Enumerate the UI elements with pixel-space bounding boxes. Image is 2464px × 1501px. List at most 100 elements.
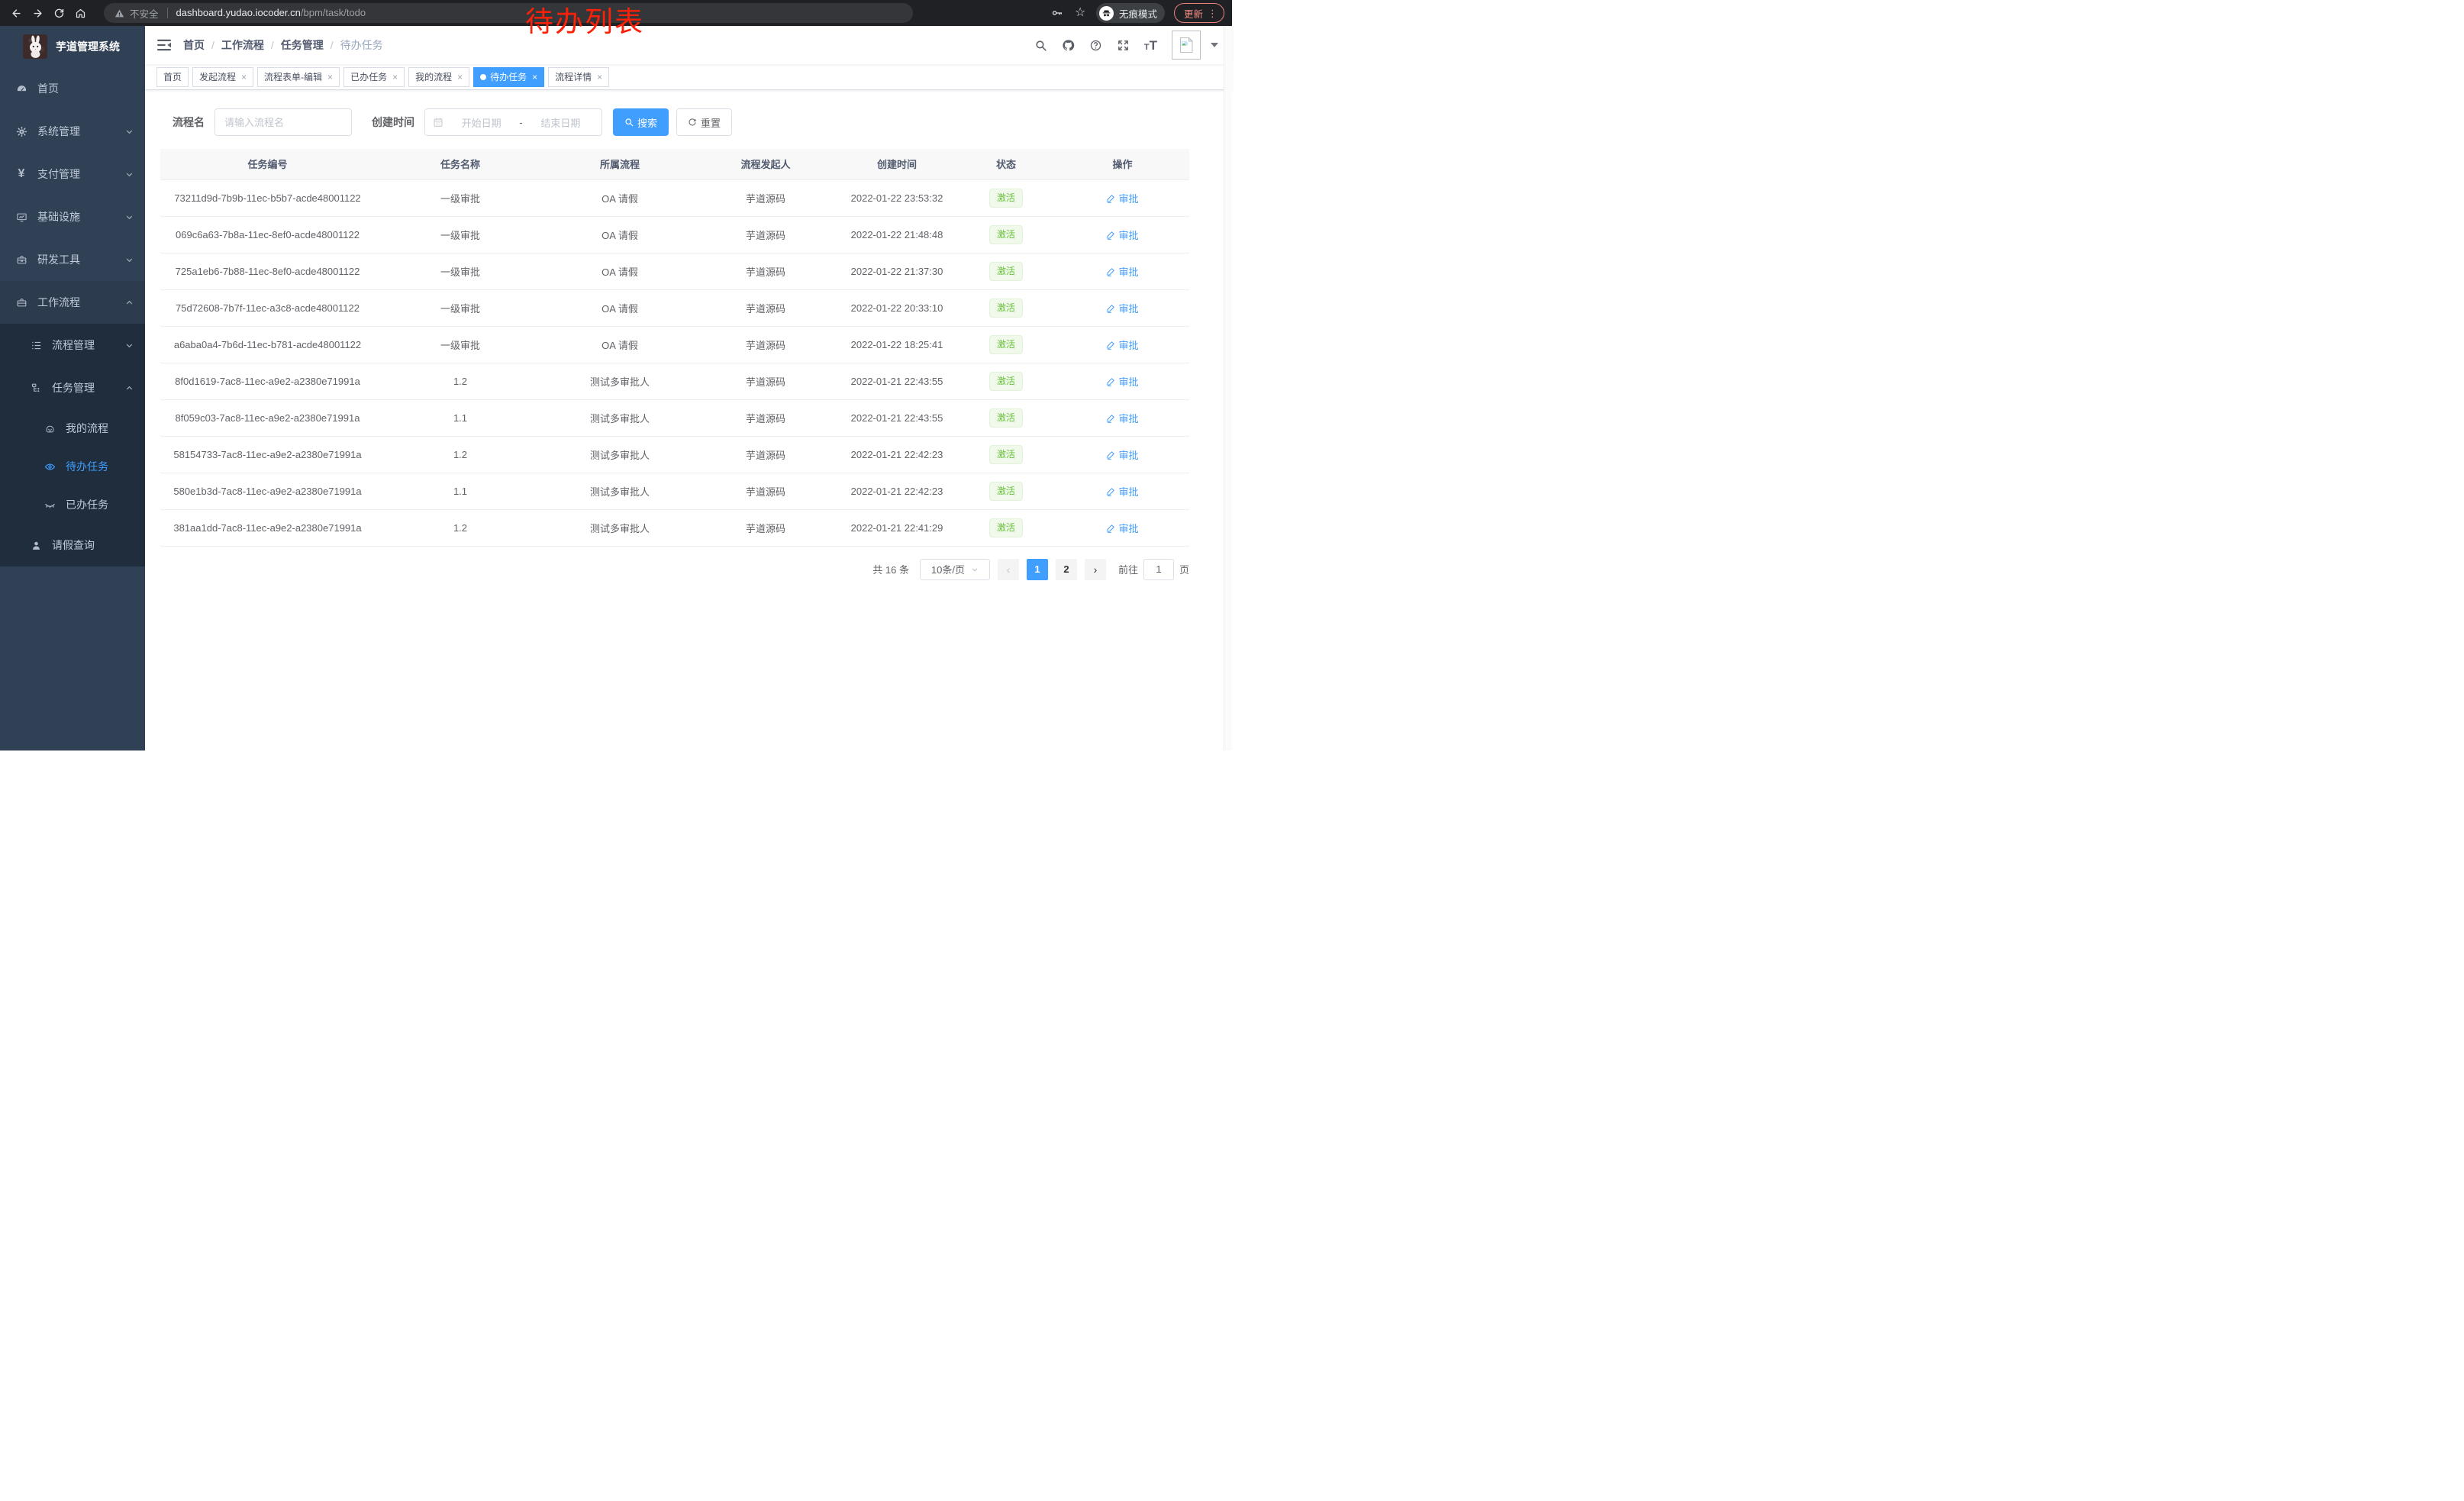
task-process-cell: 测试多审批人 bbox=[546, 509, 694, 546]
sidebar-item-system-management[interactable]: 系统管理 bbox=[0, 110, 145, 153]
page-scrollbar[interactable] bbox=[1224, 26, 1232, 750]
browser-back-icon[interactable] bbox=[8, 5, 24, 21]
table-row: 8f0d1619-7ac8-11ec-a9e2-a2380e71991a1.2测… bbox=[160, 363, 1189, 399]
goto-page-input[interactable] bbox=[1143, 559, 1174, 580]
tab-close-icon[interactable]: × bbox=[240, 73, 247, 82]
tab-todo-tasks[interactable]: 待办任务× bbox=[473, 67, 544, 87]
sidebar-collapse-icon[interactable] bbox=[145, 26, 183, 64]
task-id-cell: 580e1b3d-7ac8-11ec-a9e2-a2380e71991a bbox=[160, 473, 375, 509]
help-icon[interactable] bbox=[1089, 39, 1102, 52]
edit-pencil-icon bbox=[1106, 486, 1116, 496]
browser-update-button[interactable]: 更新 ⋮ bbox=[1174, 3, 1224, 23]
workflow-submenu: 流程管理任务管理我的流程待办任务已办任务请假查询 bbox=[0, 324, 145, 567]
task-created_at-cell: 2022-01-21 22:42:23 bbox=[837, 473, 956, 509]
breadcrumb-item-2[interactable]: 任务管理 bbox=[281, 37, 324, 53]
task-name-cell: 一级审批 bbox=[375, 253, 546, 289]
page-size-select[interactable]: 10条/页 bbox=[920, 559, 990, 580]
sidebar-item-process-management[interactable]: 流程管理 bbox=[0, 324, 145, 366]
reset-button[interactable]: 重置 bbox=[676, 108, 732, 136]
approve-link[interactable]: 审批 bbox=[1106, 264, 1138, 279]
incognito-icon bbox=[1099, 6, 1114, 21]
task-status-cell: 激活 bbox=[956, 179, 1056, 216]
edit-pencil-icon bbox=[1106, 230, 1116, 240]
approve-link-label: 审批 bbox=[1118, 191, 1138, 205]
table-row: 58154733-7ac8-11ec-a9e2-a2380e71991a1.2测… bbox=[160, 436, 1189, 473]
process-name-input[interactable] bbox=[214, 108, 352, 136]
tab-done-tasks[interactable]: 已办任务× bbox=[343, 67, 405, 87]
edit-pencil-icon bbox=[1106, 193, 1116, 203]
task-initiator-cell: 芋道源码 bbox=[694, 289, 837, 326]
tab-process-detail[interactable]: 流程详情× bbox=[548, 67, 609, 87]
date-range-picker[interactable]: 开始日期 - 结束日期 bbox=[424, 108, 602, 136]
approve-link[interactable]: 审批 bbox=[1106, 374, 1138, 389]
approve-link[interactable]: 审批 bbox=[1106, 521, 1138, 535]
password-key-icon[interactable] bbox=[1049, 5, 1066, 21]
column-header-5: 状态 bbox=[956, 149, 1056, 179]
task-status-cell: 激活 bbox=[956, 509, 1056, 546]
avatar[interactable] bbox=[1172, 31, 1201, 60]
tab-label: 发起流程 bbox=[199, 70, 236, 83]
column-header-0: 任务编号 bbox=[160, 149, 375, 179]
tab-close-icon[interactable]: × bbox=[531, 73, 537, 82]
status-badge: 激活 bbox=[989, 225, 1023, 244]
tab-form-edit[interactable]: 流程表单-编辑× bbox=[257, 67, 340, 87]
tab-close-icon[interactable]: × bbox=[456, 73, 463, 82]
task-initiator-cell: 芋道源码 bbox=[694, 363, 837, 399]
tab-home[interactable]: 首页 bbox=[156, 67, 189, 87]
approve-link[interactable]: 审批 bbox=[1106, 411, 1138, 425]
approve-link[interactable]: 审批 bbox=[1106, 191, 1138, 205]
start-date-placeholder[interactable]: 开始日期 bbox=[448, 115, 514, 130]
avatar-caret-icon[interactable] bbox=[1211, 43, 1218, 47]
tab-close-icon[interactable]: × bbox=[595, 73, 602, 82]
sidebar-item-todo-task[interactable]: 待办任务 bbox=[0, 447, 145, 486]
app-logo[interactable]: 芋道管理系统 bbox=[0, 26, 145, 67]
end-date-placeholder[interactable]: 结束日期 bbox=[527, 115, 594, 130]
chevron-down-icon bbox=[125, 341, 134, 350]
breadcrumb-item-0[interactable]: 首页 bbox=[183, 37, 205, 53]
browser-home-icon[interactable] bbox=[72, 5, 89, 21]
sidebar-item-payment-management[interactable]: ¥支付管理 bbox=[0, 153, 145, 195]
search-icon[interactable] bbox=[1034, 39, 1047, 52]
github-icon[interactable] bbox=[1062, 39, 1075, 52]
bookmark-star-icon[interactable]: ☆ bbox=[1075, 7, 1087, 19]
task-created_at-cell: 2022-01-21 22:43:55 bbox=[837, 363, 956, 399]
approve-link[interactable]: 审批 bbox=[1106, 484, 1138, 499]
page-button-2[interactable]: 2 bbox=[1056, 559, 1077, 580]
tab-my-process[interactable]: 我的流程× bbox=[408, 67, 469, 87]
browser-menu-dots-icon[interactable]: ⋮ bbox=[1208, 8, 1217, 18]
sidebar-item-infrastructure[interactable]: 基础设施 bbox=[0, 195, 145, 238]
sidebar-item-task-management[interactable]: 任务管理 bbox=[0, 366, 145, 409]
tab-close-icon[interactable]: × bbox=[326, 73, 333, 82]
sidebar-item-home[interactable]: 首页 bbox=[0, 67, 145, 110]
browser-forward-icon[interactable] bbox=[29, 5, 46, 21]
approve-link[interactable]: 审批 bbox=[1106, 447, 1138, 462]
page-button-1[interactable]: 1 bbox=[1027, 559, 1048, 580]
security-label[interactable]: 不安全 bbox=[130, 6, 159, 21]
address-bar[interactable]: 不安全 dashboard.yudao.iocoder.cn/bpm/task/… bbox=[104, 3, 913, 23]
sidebar-item-dev-tools[interactable]: 研发工具 bbox=[0, 238, 145, 281]
search-button[interactable]: 搜索 bbox=[613, 108, 669, 136]
sidebar-item-my-process[interactable]: 我的流程 bbox=[0, 409, 145, 447]
task-initiator-cell: 芋道源码 bbox=[694, 436, 837, 473]
page-content: 流程名 创建时间 开始日期 - 结束日期 搜索 重置 bbox=[145, 90, 1232, 750]
approve-link[interactable]: 审批 bbox=[1106, 301, 1138, 315]
sidebar-item-workflow[interactable]: 工作流程 bbox=[0, 281, 145, 324]
sidebar-item-label: 基础设施 bbox=[37, 209, 80, 224]
approve-link[interactable]: 审批 bbox=[1106, 337, 1138, 352]
fullscreen-icon[interactable] bbox=[1117, 39, 1130, 52]
next-page-button[interactable]: › bbox=[1085, 559, 1106, 580]
prev-page-button[interactable]: ‹ bbox=[998, 559, 1019, 580]
breadcrumb-item-1[interactable]: 工作流程 bbox=[221, 37, 264, 53]
approve-link[interactable]: 审批 bbox=[1106, 228, 1138, 242]
task-name-cell: 一级审批 bbox=[375, 326, 546, 363]
tab-start-process[interactable]: 发起流程 × bbox=[192, 67, 253, 87]
browser-reload-icon[interactable] bbox=[50, 5, 67, 21]
font-size-icon[interactable]: TT bbox=[1144, 39, 1157, 52]
tab-close-icon[interactable]: × bbox=[391, 73, 398, 82]
sidebar-item-done-task[interactable]: 已办任务 bbox=[0, 486, 145, 524]
task-status-cell: 激活 bbox=[956, 436, 1056, 473]
sidebar-item-leave-query[interactable]: 请假查询 bbox=[0, 524, 145, 567]
task-action-cell: 审批 bbox=[1056, 473, 1189, 509]
search-button-label: 搜索 bbox=[637, 115, 657, 130]
task-action-cell: 审批 bbox=[1056, 179, 1189, 216]
